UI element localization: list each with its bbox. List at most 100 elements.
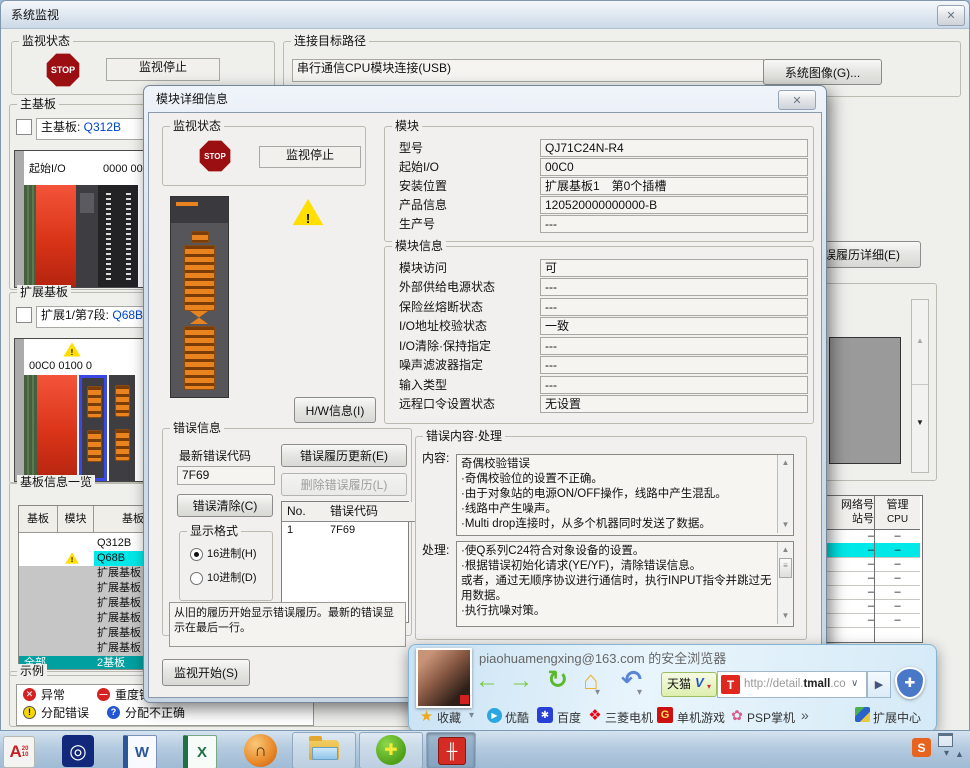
scroll-up-icon[interactable]: ▲ <box>778 545 793 555</box>
tmall-search-button[interactable]: 天猫 V ▾ <box>661 672 717 697</box>
scroll-down-icon[interactable]: ▼ <box>778 520 793 530</box>
action-scrollbar[interactable]: ▲ ≡ ▼ <box>777 542 793 624</box>
favorites-star-icon[interactable]: ★ <box>419 708 434 723</box>
table-cell-selected[interactable]: – <box>875 543 920 558</box>
col-divider <box>874 496 875 642</box>
ext-base-checkbox[interactable] <box>16 307 32 323</box>
tmall-favicon: T <box>721 675 740 694</box>
autocad-icon[interactable]: A 2010 <box>3 736 35 768</box>
start-monitor-button[interactable]: 监视开始(S) <box>162 659 250 686</box>
scroll-down-icon[interactable]: ▼ <box>912 418 928 428</box>
more-bookmarks-icon[interactable]: » <box>801 707 809 723</box>
forward-icon[interactable]: → <box>509 667 533 695</box>
dec-radio[interactable] <box>190 572 203 585</box>
connection-path-field[interactable]: 串行通信CPU模块连接(USB) <box>292 59 764 82</box>
refresh-icon[interactable]: ↻ <box>547 665 568 695</box>
tray-s-icon[interactable]: S <box>912 738 931 757</box>
main-base-rack-image[interactable]: 起始I/O 0000 00 <box>14 150 147 288</box>
legend-label: 示例 <box>17 664 47 679</box>
error-content-box[interactable]: 奇偶校验错误 ·奇偶校验位的设置不正确。 ·由于对象站的电源ON/OFF操作，线… <box>456 454 794 536</box>
hex-radio[interactable] <box>190 548 203 561</box>
main-close-button[interactable]: ✕ <box>937 5 965 26</box>
bookmark-game[interactable]: 单机游戏 <box>677 709 725 726</box>
undo-chevron-icon[interactable]: ▾ <box>637 687 642 698</box>
cad-compass-icon[interactable]: ◎ <box>62 735 94 767</box>
table-row[interactable]: Q312B <box>97 536 146 551</box>
table-cell[interactable]: – <box>875 585 920 600</box>
delete-history-button[interactable]: 删除错误履历(L) <box>281 473 407 496</box>
go-icon: ▶ <box>875 678 883 691</box>
error-row-no[interactable]: 1 <box>287 523 317 537</box>
table-row-selected[interactable]: Q68B <box>94 551 147 566</box>
table-row[interactable]: 扩展基板 <box>19 596 146 611</box>
severe-error-icon: — <box>97 688 110 701</box>
serial-no-field: --- <box>540 215 808 233</box>
dialog-close-button[interactable]: ✕ <box>778 90 816 110</box>
scroll-up-icon[interactable]: ▲ <box>778 458 793 468</box>
table-cell[interactable]: – <box>875 529 920 544</box>
table-row[interactable]: 扩展基板 <box>19 611 146 626</box>
antivirus-taskbar-button[interactable]: ✚ <box>359 732 423 768</box>
rack-slot <box>24 185 36 287</box>
table-cell[interactable]: – <box>875 599 920 614</box>
scroll-down-icon[interactable]: ▼ <box>778 611 793 621</box>
product-info-field: 120520000000000-B <box>540 196 808 214</box>
tray-window-icon[interactable] <box>938 733 953 747</box>
main-base-name: 主基板: Q312B <box>36 118 156 140</box>
main-base-checkbox[interactable] <box>16 119 32 135</box>
system-image-button[interactable]: 系统图像(G)... <box>763 59 882 85</box>
address-bar[interactable]: T http://detail.tmall.co ∨ <box>717 671 867 698</box>
explorer-taskbar-button[interactable] <box>292 732 356 768</box>
main-titlebar[interactable]: 系统监视 ✕ <box>1 1 969 29</box>
tray-expand-icon[interactable]: ▲ <box>955 747 964 761</box>
home-chevron-icon[interactable]: ▾ <box>595 687 600 698</box>
ext-base-rack-image[interactable]: ! 00C0 0100 0 <box>14 338 147 482</box>
gx-works-icon: ╫ <box>438 737 466 765</box>
error-row-code[interactable]: 7F69 <box>330 523 400 537</box>
shield-icon[interactable]: ✚ <box>895 667 925 699</box>
update-history-button[interactable]: 错误履历更新(E) <box>281 444 407 467</box>
dec-radio-label: 10进制(D) <box>207 571 257 585</box>
go-button[interactable]: ▶ <box>867 671 891 698</box>
music-player-icon[interactable]: ∩ <box>244 734 277 767</box>
table-row[interactable]: 扩展基板 <box>19 566 146 581</box>
error-action-box[interactable]: ·使Q系列C24符合对象设备的设置。 ·根据错误初始化请求(YE/YF)，清除错… <box>456 541 794 627</box>
gx-works-taskbar-button[interactable]: ╫ <box>426 732 476 768</box>
bookmark-psp[interactable]: PSP掌机 <box>747 709 795 726</box>
back-icon[interactable]: ← <box>475 667 499 695</box>
favorites-chevron-icon[interactable]: ▾ <box>469 710 474 721</box>
excel-icon[interactable]: X <box>183 735 217 768</box>
dialog-monitor-group: 监视状态 STOP 监视停止 <box>162 126 366 186</box>
connector-block <box>184 326 215 390</box>
connector-block <box>184 245 215 311</box>
engine-badge: V <box>695 676 704 690</box>
hw-info-button[interactable]: H/W信息(I) <box>294 397 376 423</box>
field-label: 产品信息 <box>399 198 447 212</box>
content-scrollbar[interactable]: ▲ ▼ <box>777 455 793 533</box>
tray-chevron-icon[interactable]: ▾ <box>944 747 949 761</box>
bookmark-favorites[interactable]: 收藏 <box>437 709 461 726</box>
power-module <box>37 375 77 481</box>
selected-module[interactable] <box>79 375 107 481</box>
ext-base-label: 扩展基板 <box>17 285 71 300</box>
bookmark-baidu[interactable]: 百度 <box>557 709 581 726</box>
base-list-table[interactable]: 基板 模块 基板 Q312B ! Q68B 扩展基板 扩展基板 扩展基板 扩展基… <box>18 505 147 670</box>
table-cell[interactable]: – <box>875 613 920 628</box>
table-cell[interactable]: – <box>875 571 920 586</box>
url-chevron-icon[interactable]: ∨ <box>851 677 858 691</box>
word-icon[interactable]: W <box>123 735 157 768</box>
bookmark-mitsubishi[interactable]: 三菱电机 <box>605 709 653 726</box>
scroll-thumb[interactable]: ≡ <box>779 558 792 578</box>
browser-title: piaohuamengxing@163.com 的安全浏览器 <box>479 652 726 666</box>
scroll-up-icon[interactable]: ▲ <box>912 336 928 346</box>
table-row[interactable]: 扩展基板 <box>19 641 146 656</box>
field-label: 安装位置 <box>399 179 447 193</box>
table-row[interactable]: 扩展基板 <box>19 581 146 596</box>
table-cell[interactable]: – <box>875 557 920 572</box>
right-scrollbar[interactable]: ▲ ▼ <box>911 299 929 473</box>
table-row[interactable]: 扩展基板 <box>19 626 146 641</box>
module-vents <box>126 193 131 281</box>
bookmark-youku[interactable]: 优酷 <box>505 709 529 726</box>
clear-error-button[interactable]: 错误清除(C) <box>177 494 273 517</box>
bookmark-extension-center[interactable]: 扩展中心 <box>873 709 921 726</box>
